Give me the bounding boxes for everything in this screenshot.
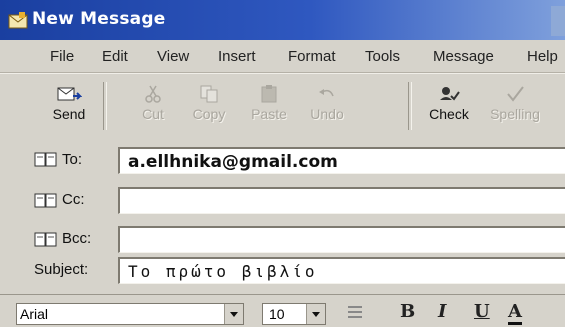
undo-button[interactable]: Undo xyxy=(300,78,354,134)
menu-bar: File Edit View Insert Format Tools Messa… xyxy=(0,40,565,73)
menu-insert[interactable]: Insert xyxy=(218,48,256,65)
menu-format[interactable]: Format xyxy=(288,48,336,65)
check-label: Check xyxy=(429,106,469,122)
paragraph-style-icon[interactable] xyxy=(344,303,366,323)
format-bar: Arial 10 B I U A xyxy=(0,294,565,327)
check-names-button[interactable]: Check xyxy=(422,78,476,134)
envelope-icon xyxy=(8,12,28,29)
subject-field[interactable]: Το πρώτο βιβλίο xyxy=(118,257,565,284)
toolbar-separator xyxy=(103,82,107,130)
menu-edit[interactable]: Edit xyxy=(102,48,128,65)
toolbar-separator xyxy=(408,82,412,130)
font-select[interactable]: Arial xyxy=(16,303,244,325)
to-label[interactable]: To: xyxy=(62,151,82,168)
to-field[interactable]: a.ellhnika@gmail.com xyxy=(118,147,565,174)
window-title: New Message xyxy=(32,9,166,29)
paste-button[interactable]: Paste xyxy=(242,78,296,134)
paste-icon xyxy=(261,85,277,103)
send-icon xyxy=(57,87,82,101)
address-book-icon[interactable] xyxy=(34,193,58,208)
window-controls-edge xyxy=(551,6,565,36)
menu-help[interactable]: Help xyxy=(527,48,558,65)
bcc-field[interactable] xyxy=(118,226,565,253)
check-names-icon xyxy=(440,87,460,101)
scissors-icon xyxy=(145,85,161,103)
font-size-select[interactable]: 10 xyxy=(262,303,326,325)
italic-button[interactable]: I xyxy=(438,301,446,322)
send-button[interactable]: Send xyxy=(42,78,96,134)
underline-button[interactable]: U xyxy=(474,301,490,322)
title-bar[interactable]: New Message xyxy=(0,0,565,40)
cc-label[interactable]: Cc: xyxy=(62,191,85,208)
paste-label: Paste xyxy=(251,106,287,122)
chevron-down-icon[interactable] xyxy=(224,304,243,324)
cut-label: Cut xyxy=(142,106,164,122)
copy-label: Copy xyxy=(192,106,226,122)
undo-icon xyxy=(319,89,334,97)
spelling-button[interactable]: Spelling xyxy=(488,78,542,134)
cc-field[interactable] xyxy=(118,187,565,214)
subject-label: Subject: xyxy=(34,261,89,278)
bcc-label[interactable]: Bcc: xyxy=(62,230,91,247)
copy-button[interactable]: Copy xyxy=(182,78,236,134)
toolbar: Send Cut Copy Paste Undo Check Spelling xyxy=(0,73,565,138)
address-book-icon[interactable] xyxy=(34,232,58,247)
address-area: To: a.ellhnika@gmail.com Cc: Bcc: Subjec… xyxy=(0,137,565,293)
bold-button[interactable]: B xyxy=(400,301,415,322)
font-color-button[interactable]: A xyxy=(508,301,522,325)
chevron-down-icon[interactable] xyxy=(306,304,325,324)
font-size-value: 10 xyxy=(269,306,285,322)
undo-label: Undo xyxy=(310,106,344,122)
menu-view[interactable]: View xyxy=(157,48,189,65)
font-value: Arial xyxy=(20,306,49,322)
cut-button[interactable]: Cut xyxy=(126,78,180,134)
address-book-icon[interactable] xyxy=(34,152,58,167)
menu-tools[interactable]: Tools xyxy=(365,48,400,65)
menu-message[interactable]: Message xyxy=(433,48,494,65)
send-label: Send xyxy=(52,106,86,122)
menu-file[interactable]: File xyxy=(50,48,74,65)
copy-icon xyxy=(200,85,218,103)
spelling-label: Spelling xyxy=(490,106,540,122)
spelling-icon xyxy=(507,86,524,102)
